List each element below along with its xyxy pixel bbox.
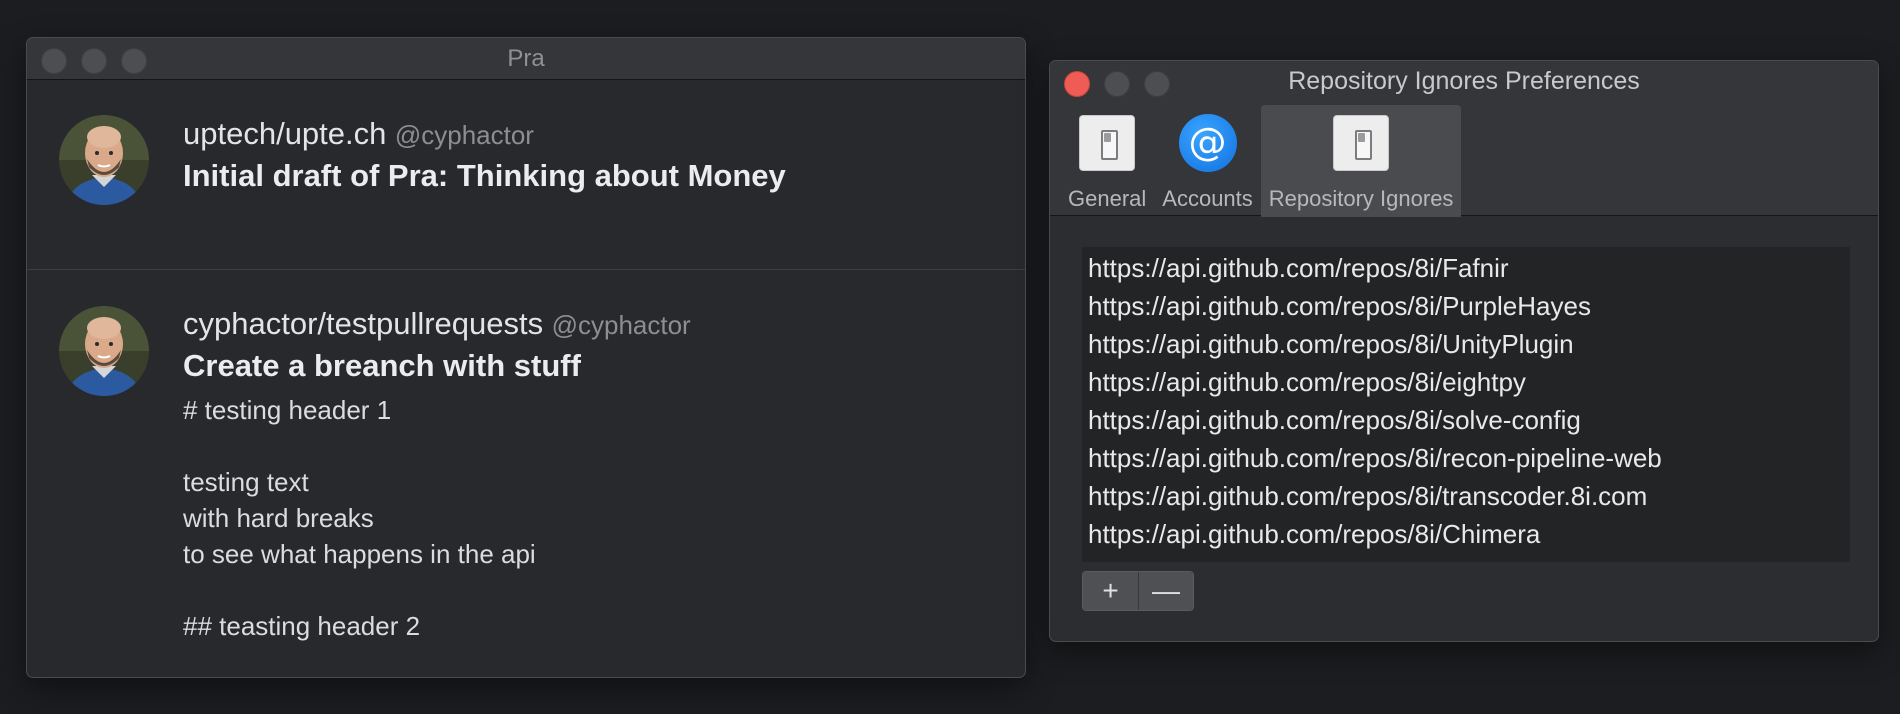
pull-request-item[interactable]: uptech/upte.ch @cyphactor Initial draft … (27, 80, 1025, 270)
tab-label: Accounts (1162, 186, 1253, 211)
pull-request-title: Create a breanch with stuff (183, 348, 581, 383)
pull-request-item[interactable]: cyphactor/testpullrequests @cyphactor Cr… (27, 270, 1025, 670)
pra-window: Pra uptech/upte.ch @cyphactor Initial dr… (26, 37, 1026, 678)
preferences-titlebar: Repository Ignores Preferences (1050, 61, 1878, 101)
pra-titlebar: Pra (27, 38, 1025, 80)
preferences-toolbar: Repository Ignores Preferences General @… (1050, 61, 1878, 217)
at-icon: @ (1178, 114, 1237, 172)
repo-line: cyphactor/testpullrequests @cyphactor (183, 270, 1025, 342)
list-item[interactable]: https://api.github.com/repos/8i/solve-co… (1082, 401, 1850, 439)
repo-name: cyphactor/testpullrequests (183, 306, 544, 341)
tab-general[interactable]: General (1060, 105, 1154, 217)
ignored-repos-list[interactable]: https://api.github.com/repos/8i/Fafnir h… (1082, 247, 1850, 562)
add-button[interactable]: + (1083, 572, 1138, 610)
preferences-window: Repository Ignores Preferences General @… (1049, 60, 1879, 642)
author-handle: @cyphactor (551, 310, 691, 340)
tab-label: Repository Ignores (1268, 186, 1454, 211)
window-title: Repository Ignores Preferences (1288, 67, 1640, 95)
author-handle: @cyphactor (394, 120, 534, 150)
remove-button[interactable]: — (1138, 572, 1193, 610)
list-item[interactable]: https://api.github.com/repos/8i/eightpy (1082, 363, 1850, 401)
avatar (59, 115, 149, 205)
repo-line: uptech/upte.ch @cyphactor (183, 80, 1025, 152)
list-item[interactable]: https://api.github.com/repos/8i/Chimera (1082, 515, 1850, 553)
tab-repository-ignores[interactable]: Repository Ignores (1260, 105, 1462, 217)
preferences-content: https://api.github.com/repos/8i/Fafnir h… (1050, 216, 1878, 611)
repo-name: uptech/upte.ch (183, 116, 387, 151)
tab-label: General (1068, 186, 1147, 211)
switch-icon (1078, 114, 1136, 172)
list-item[interactable]: https://api.github.com/repos/8i/UnityPlu… (1082, 325, 1850, 363)
list-item[interactable]: https://api.github.com/repos/8i/Fafnir (1082, 249, 1850, 287)
pull-request-body: # testing header 1 testing text with har… (183, 395, 536, 641)
window-title: Pra (507, 45, 545, 72)
preference-tabs: General @ Accounts Repository Ignores (1060, 105, 1462, 217)
tab-accounts[interactable]: @ Accounts (1154, 105, 1261, 217)
list-item[interactable]: https://api.github.com/repos/8i/PurpleHa… (1082, 287, 1850, 325)
add-remove-control: + — (1082, 571, 1194, 611)
list-item[interactable]: https://api.github.com/repos/8i/transcod… (1082, 477, 1850, 515)
switch-icon (1332, 114, 1390, 172)
pull-request-title: Initial draft of Pra: Thinking about Mon… (183, 158, 786, 193)
list-item[interactable]: https://api.github.com/repos/8i/recon-pi… (1082, 439, 1850, 477)
avatar (59, 306, 149, 396)
